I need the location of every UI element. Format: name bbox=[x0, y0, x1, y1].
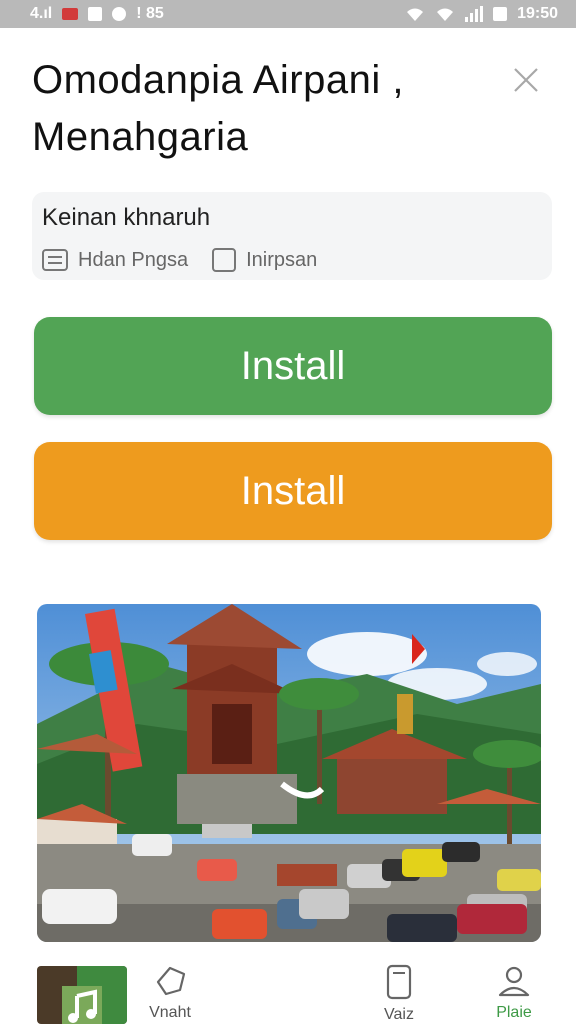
app-meta-row: Hdan Pngsa Inirpsan bbox=[42, 248, 542, 272]
hero-image bbox=[37, 604, 541, 942]
profile-icon bbox=[498, 966, 530, 997]
close-button[interactable] bbox=[508, 62, 544, 98]
signal-text: 4.ıl bbox=[30, 5, 53, 22]
list-icon bbox=[42, 249, 68, 271]
meta-category: Hdan Pngsa bbox=[42, 249, 188, 272]
nav-item-vaiz[interactable]: Vaiz bbox=[364, 964, 434, 1024]
status-time: 19:50 bbox=[517, 5, 558, 22]
temple-market-photo bbox=[37, 604, 541, 942]
developer-name: Keinan khnaruh bbox=[42, 204, 211, 231]
phone-icon bbox=[386, 964, 412, 1000]
cell-signal-icon bbox=[465, 6, 484, 22]
nav-label-vnaht: Vnaht bbox=[149, 1004, 191, 1021]
app-title: Omodanpia Airpani , Menahgaria bbox=[32, 58, 404, 159]
app-thumbnail[interactable] bbox=[37, 966, 127, 1024]
nav-label-plaie: Plaie bbox=[496, 1004, 532, 1021]
bottom-navigation: Vnaht Vaiz Plaie bbox=[0, 960, 576, 1024]
meta-rating-label: Inirpsan bbox=[246, 248, 318, 271]
battery-icon bbox=[493, 7, 508, 21]
status-bar: 4.ıl ! 85 19:50 bbox=[0, 0, 576, 28]
install-button-secondary[interactable]: Install bbox=[34, 442, 552, 540]
app-header: Omodanpia Airpani , Menahgaria bbox=[32, 52, 544, 166]
wifi-icon-2 bbox=[437, 8, 454, 21]
nav-item-plaie[interactable]: Plaie bbox=[479, 964, 549, 1022]
tag-icon bbox=[156, 966, 186, 996]
nav-label-vaiz: Vaiz bbox=[384, 1006, 414, 1023]
notification-icon bbox=[62, 8, 79, 20]
checkbox-icon bbox=[212, 248, 237, 272]
music-note-icon bbox=[37, 966, 127, 1024]
status-extra-text: ! 85 bbox=[136, 5, 164, 22]
status-left: 4.ıl ! 85 bbox=[30, 5, 164, 23]
sync-icon bbox=[112, 7, 127, 21]
close-icon bbox=[514, 68, 538, 92]
nav-item-vnaht[interactable]: Vnaht bbox=[135, 964, 205, 1022]
status-right: 19:50 bbox=[405, 5, 558, 23]
gallery-icon bbox=[88, 7, 103, 21]
wifi-icon bbox=[407, 8, 424, 21]
install-button-primary[interactable]: Install bbox=[34, 317, 552, 415]
meta-rating: Inirpsan bbox=[212, 248, 317, 272]
app-info-card: Keinan khnaruh Hdan Pngsa Inirpsan bbox=[32, 192, 552, 280]
meta-category-label: Hdan Pngsa bbox=[78, 248, 189, 271]
